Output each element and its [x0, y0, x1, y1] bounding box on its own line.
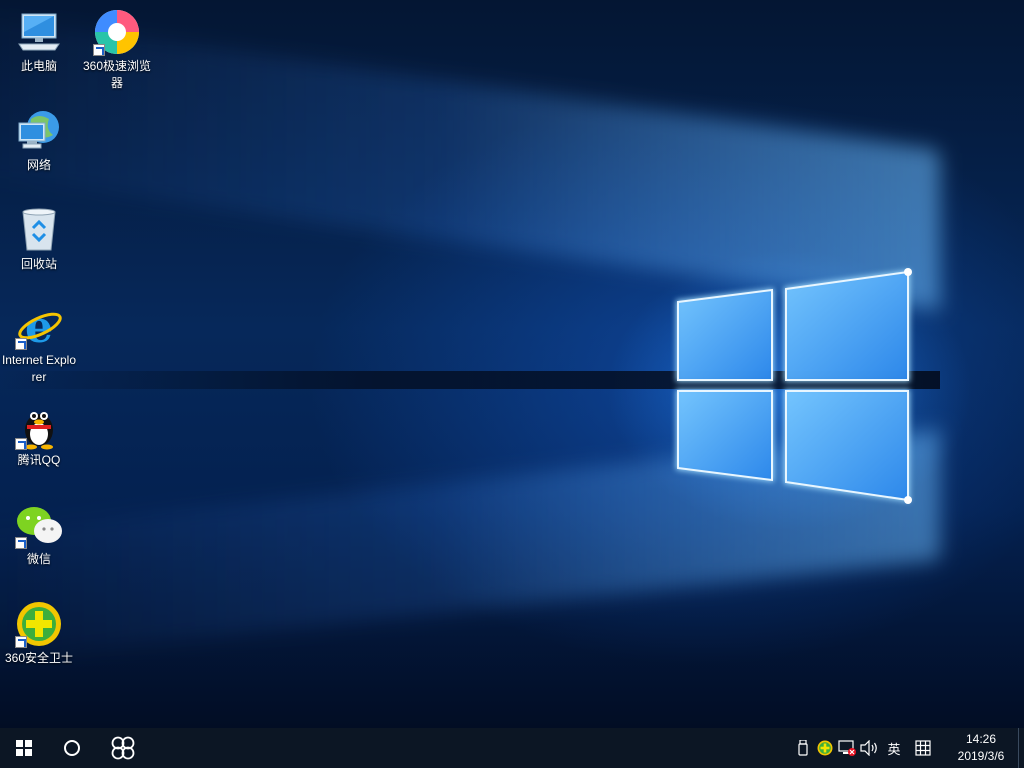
qq-penguin-icon — [15, 402, 63, 450]
taskbar: 英 14:26 2019/3/6 — [0, 728, 1024, 768]
desktop-icon-qq[interactable]: 腾讯QQ — [1, 402, 77, 469]
usb-drive-icon[interactable] — [792, 728, 814, 768]
computer-icon — [15, 8, 63, 56]
start-button[interactable] — [0, 728, 48, 768]
desktop: 此电脑 360极速浏览器 网络 回收站 e Internet Explorer … — [0, 0, 1024, 728]
360-guard-icon[interactable] — [814, 728, 836, 768]
desktop-icon-360-browser[interactable]: 360极速浏览器 — [79, 8, 155, 92]
shortcut-arrow-icon — [93, 44, 105, 56]
desktop-icon-recycle-bin[interactable]: 回收站 — [1, 206, 77, 273]
desktop-icon-label: 此电脑 — [20, 59, 57, 73]
desktop-icon-label: 腾讯QQ — [17, 453, 61, 467]
internet-explorer-icon: e — [15, 302, 63, 353]
shortcut-arrow-icon — [15, 636, 27, 648]
desktop-icon-wechat[interactable]: 微信 — [1, 501, 77, 568]
svg-text:e: e — [25, 302, 53, 350]
360-speed-browser-icon — [111, 736, 135, 760]
network-disconnected-icon[interactable] — [836, 728, 858, 768]
desktop-icon-360-security[interactable]: 360安全卫士 — [1, 600, 77, 667]
360-security-guard-icon — [15, 600, 63, 648]
desktop-icon-this-pc[interactable]: 此电脑 — [1, 8, 77, 75]
desktop-icon-internet-explorer[interactable]: e Internet Explorer — [1, 302, 77, 386]
taskbar-clock[interactable]: 14:26 2019/3/6 — [948, 728, 1014, 768]
clock-time: 14:26 — [965, 732, 997, 746]
cortana-search-button[interactable] — [48, 728, 96, 768]
system-tray: 英 — [792, 728, 938, 768]
clock-date: 2019/3/6 — [957, 749, 1005, 763]
ime-language-indicator[interactable]: 英 — [880, 728, 908, 768]
desktop-icon-label: 360安全卫士 — [4, 651, 74, 665]
desktop-icon-label: 微信 — [26, 552, 51, 566]
show-desktop-button[interactable] — [1018, 728, 1024, 768]
360-speed-browser-icon — [93, 8, 141, 56]
windows-start-icon — [16, 740, 32, 756]
taskbar-app-360-browser[interactable] — [96, 728, 150, 768]
desktop-icon-network[interactable]: 网络 — [1, 107, 77, 174]
desktop-icon-label: Internet Explorer — [1, 353, 77, 384]
shortcut-arrow-icon — [15, 438, 27, 450]
shortcut-arrow-icon — [15, 338, 27, 350]
network-globe-icon — [15, 107, 63, 155]
desktop-icon-label: 360极速浏览器 — [82, 59, 152, 90]
speaker-icon[interactable] — [858, 728, 880, 768]
wechat-icon — [15, 501, 63, 549]
ime-grid-icon[interactable] — [908, 728, 938, 768]
recycle-bin-icon — [15, 206, 63, 254]
cortana-circle-icon — [64, 740, 80, 756]
windows-wallpaper-logo — [676, 268, 912, 504]
desktop-icon-label: 回收站 — [20, 257, 57, 271]
desktop-icon-label: 网络 — [26, 158, 51, 172]
shortcut-arrow-icon — [15, 537, 27, 549]
